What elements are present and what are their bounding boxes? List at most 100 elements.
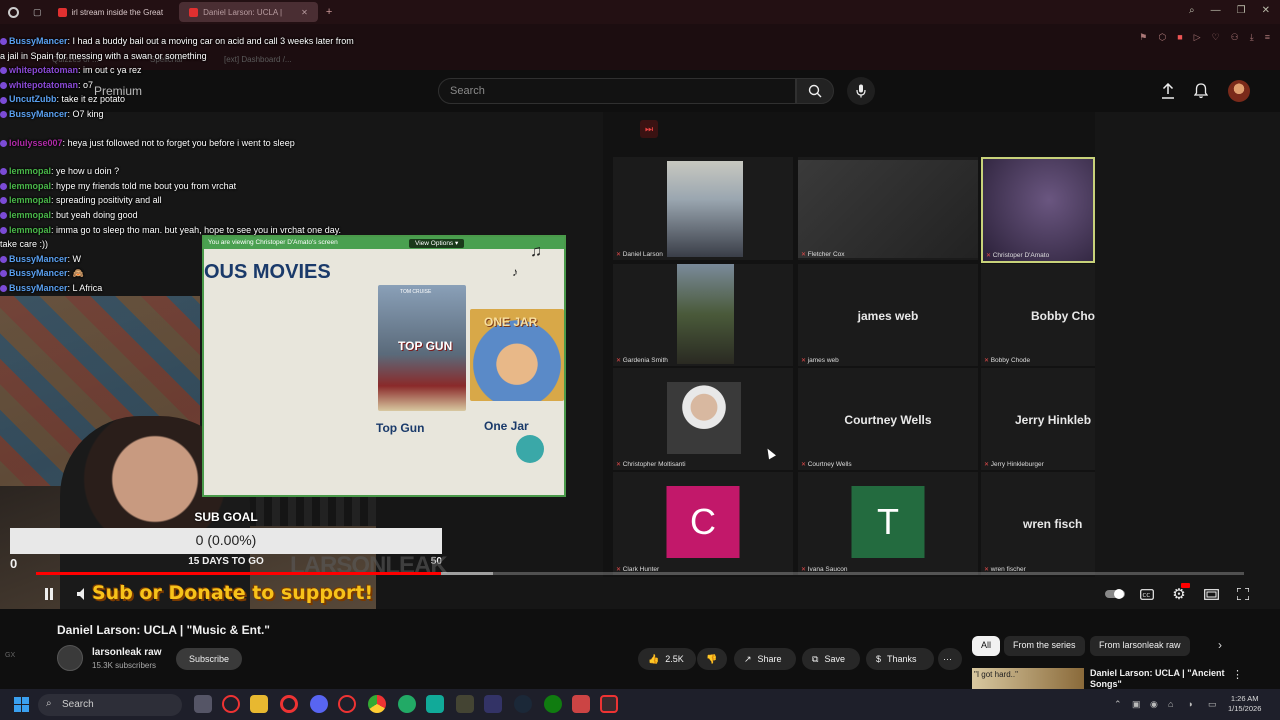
dislike-button[interactable]: 👎 [697,648,727,670]
bell-icon[interactable] [1192,82,1210,100]
windows-start-icon[interactable] [14,697,29,712]
steam-icon[interactable] [514,695,532,713]
upload-icon[interactable] [1159,82,1177,100]
zoom-tile-clark-hunter: C Clark Hunter [613,472,793,575]
tab-overview-icon[interactable]: ▢ [33,7,42,18]
app-icon[interactable] [572,695,590,713]
volume-icon [77,588,84,600]
chip-all[interactable]: All [972,636,1001,656]
browser-tab-bar: ▢ irl stream inside the Great Daniel Lar… [0,0,1280,24]
opera-logo-icon[interactable] [8,6,19,18]
left-rail-label[interactable]: GX [5,652,15,659]
green-app-icon[interactable] [426,695,444,713]
search-input[interactable]: Search [438,78,796,104]
menu-icon[interactable]: ≡ [1265,32,1270,43]
close-window-icon[interactable]: ✕ [1262,5,1270,16]
more-actions-button[interactable]: ··· [938,648,962,670]
participant-display-name: wren fisch [1023,517,1083,532]
skip-icon[interactable]: ⏭ [640,120,658,138]
search-button[interactable] [796,78,834,104]
adblock-icon[interactable]: ⬡ [1158,32,1166,43]
taskview-icon[interactable] [194,695,212,713]
participant-name: Jerry Hinkleburger [984,461,1044,468]
chip-from-the-series[interactable]: From the series [1004,636,1085,656]
seek-bar[interactable] [36,572,1244,575]
chat-badge-icon [0,212,7,220]
battery-icon[interactable]: ▭ [1208,699,1217,710]
opera-gx-icon[interactable] [222,695,240,713]
opera-gx-active-icon[interactable] [600,695,618,713]
search-tabs-icon[interactable]: ⌕ [1189,5,1195,16]
opera-icon[interactable] [280,695,298,713]
taskbar-search[interactable]: Search [38,694,182,716]
share-button[interactable]: ↗ Share [734,648,796,670]
recommended-thumbnail[interactable]: "I got hard.." [972,668,1084,689]
volume-button[interactable] [74,585,92,603]
chat-badge-icon [0,197,7,205]
restore-icon[interactable]: ❐ [1237,5,1246,16]
pause-button[interactable] [40,585,58,603]
chat-message: UncutZubb: take it ez potato [0,92,360,107]
minimize-icon[interactable]: — [1211,5,1221,16]
chip-from-channel[interactable]: From larsonleak raw [1090,636,1190,656]
recommended-title[interactable]: Daniel Larson: UCLA | "Ancient Songs" [1090,668,1240,689]
heart-icon[interactable]: ♡ [1212,32,1220,43]
bookmark-icon[interactable]: ⚑ [1139,32,1147,43]
voice-search-button[interactable] [847,77,875,105]
participant-display-name: Jerry Hinkleb [1015,412,1092,427]
autoplay-toggle[interactable] [1104,585,1126,603]
tab-irl-stream[interactable]: irl stream inside the Great [48,2,174,22]
chrome-icon[interactable] [368,695,386,713]
tab-daniel-larson[interactable]: Daniel Larson: UCLA | ✕ [179,2,318,22]
save-button[interactable]: ⧉ Save [802,648,860,670]
chat-message: lemmopal: spreading positivity and all [0,193,360,208]
sub-goal-title: SUB GOAL [194,510,258,524]
chat-message: BussyMancer: W [0,252,360,267]
channel-avatar[interactable] [57,645,83,671]
network-icon[interactable]: ⌂ [1168,699,1173,709]
video-player[interactable]: Daniel Larson Fletcher Cox Christoper D'… [0,36,1280,622]
xbox-icon[interactable] [544,695,562,713]
play-icon[interactable]: ▷ [1194,32,1201,43]
tray-app-icon[interactable]: ▣ [1132,699,1141,710]
youtube-favicon-icon [189,7,199,17]
kebab-menu-icon[interactable]: ⋮ [1232,668,1243,681]
close-tab-icon[interactable]: ✕ [301,8,308,17]
settings-button[interactable]: ⚙ [1170,583,1190,603]
theater-mode-button[interactable] [1202,585,1220,603]
thanks-button[interactable]: $ Thanks [866,648,934,670]
opera-gx-icon[interactable] [338,695,356,713]
tray-app-icon[interactable]: ◉ [1150,699,1158,710]
poster-text: ONE JAR [484,315,538,329]
star-app-icon[interactable] [456,695,474,713]
participant-name: Christopher Moltisanti [616,461,686,468]
chevron-right-icon[interactable]: › [1218,638,1222,652]
download-icon[interactable]: ⤓ [1250,32,1254,43]
channel-name[interactable]: larsonleak raw [92,647,161,658]
chevron-up-icon[interactable]: ⌃ [1114,699,1122,710]
larsonleak-watermark: LARSONLEAK [290,552,448,579]
chat-message: BussyMancer: 🙈 [0,266,360,281]
view-options-button[interactable]: View Options ▾ [409,239,465,248]
like-button[interactable]: 👍 2.5K [638,648,696,670]
participant-name: Bobby Chode [984,357,1030,364]
taskbar-clock[interactable]: 1:26 AM 1/15/2026 [1228,694,1261,714]
new-tab-button[interactable]: + [326,6,332,18]
participant-initial: T [851,486,925,558]
volume-icon[interactable]: ◗ [1188,699,1193,709]
app-icon[interactable] [398,695,416,713]
file-explorer-icon[interactable] [250,695,268,713]
chat-overlay: BussyMancer: I had a buddy bail out a mo… [0,34,360,296]
chat-badge-icon [0,111,7,119]
captions-button[interactable]: CC [1138,585,1156,603]
pause-icon [45,588,53,600]
vpn-icon[interactable]: ■ [1177,32,1182,43]
chat-message: lemmopal: but yeah doing good [0,208,360,223]
account-avatar[interactable] [1228,80,1250,102]
app-icon[interactable] [484,695,502,713]
account-icon[interactable]: ⚇ [1231,32,1239,43]
chat-message: whitepotatoman: o7 [0,78,360,93]
subscribe-button[interactable]: Subscribe [176,648,242,670]
fullscreen-button[interactable] [1234,585,1252,603]
discord-icon[interactable] [310,695,328,713]
